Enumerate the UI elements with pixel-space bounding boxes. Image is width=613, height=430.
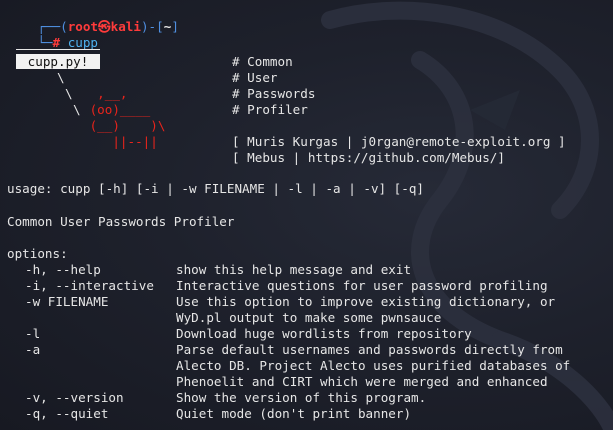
option-description: Download huge wordlists from repository (176, 326, 472, 341)
prompt-hash: # (52, 35, 68, 50)
usage-line: usage: cupp [-h] [-i | -w FILENAME | -l … (7, 181, 425, 196)
command-text: cupp (67, 35, 99, 50)
options-header: options: (7, 246, 68, 261)
prompt-frame-end: ] (171, 19, 179, 34)
option-description: WyD.pl output to make some pwnsauce (176, 310, 442, 325)
banner-text-line: # Common (232, 54, 293, 69)
banner-slash: \ (65, 86, 73, 101)
option-description: Alecto DB. Project Alecto uses purified … (176, 358, 571, 373)
prompt-line: ┌──(root㉿kali)-[~] (7, 3, 179, 34)
banner-credit: [ Mebus | https://github.com/Mebus/] (232, 150, 505, 165)
description-line: Common User Passwords Profiler (7, 214, 235, 229)
banner-credit: [ Muris Kurgas | j0rgan@remote-exploit.o… (232, 134, 566, 149)
option-name: -l (25, 326, 41, 341)
option-description: Phenoelit and CIRT which were merged and… (176, 374, 548, 389)
banner-text-line: # Profiler (232, 102, 308, 117)
terminal-window[interactable]: ┌──(root㉿kali)-[~] └─# cupp cupp.py! \ \… (0, 0, 613, 430)
option-description: show this help message and exit (176, 262, 412, 277)
banner-slash: \ (73, 102, 81, 117)
banner-box-border (16, 49, 100, 50)
option-description: Use this option to improve existing dict… (176, 294, 556, 309)
skull-icon: ㉿ (98, 19, 111, 34)
banner-slash: \ (57, 70, 65, 85)
option-name: -h, --help (25, 262, 101, 277)
command-line: └─# cupp (7, 19, 98, 50)
cow-ascii-line: ||--|| (82, 134, 166, 149)
option-name: -v, --version (25, 390, 124, 405)
banner-box: cupp.py! (16, 54, 100, 69)
option-description: Parse default usernames and passwords di… (176, 342, 563, 357)
prompt-frame-mid: )-[ (140, 19, 164, 34)
cow-ascii-line: (oo)____ (82, 102, 151, 117)
banner-text-line: # User (232, 70, 278, 85)
option-description: Quiet mode (don't print banner) (176, 406, 412, 421)
option-name: -a (25, 342, 41, 357)
cow-ascii-line: ,__, (82, 86, 128, 101)
option-name: -w FILENAME (25, 294, 109, 309)
banner-text-line: # Passwords (232, 86, 316, 101)
prompt-frame-bottom: └─ (37, 35, 53, 50)
option-description: Show the version of this program. (176, 390, 427, 405)
prompt-host: kali (110, 19, 141, 34)
option-name: -i, --interactive (25, 278, 154, 293)
option-name: -q, --quiet (25, 406, 109, 421)
cow-ascii-line: (__) )\ (82, 118, 166, 133)
option-description: Interactive questions for user password … (176, 278, 548, 293)
